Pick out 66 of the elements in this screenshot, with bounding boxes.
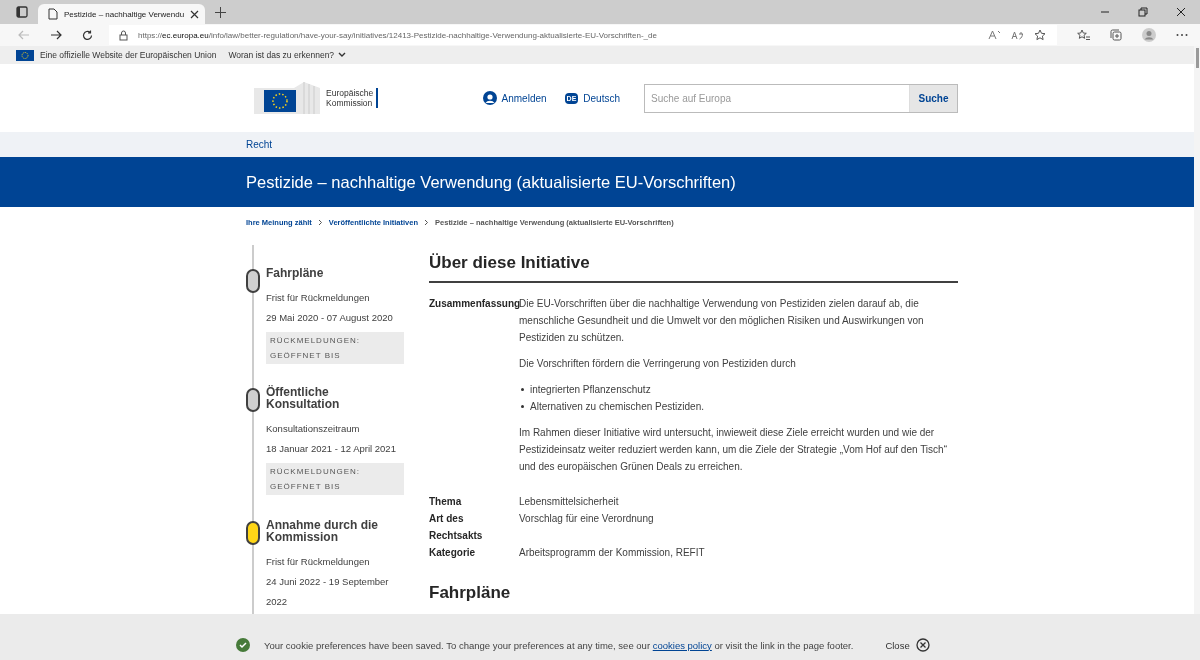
user-icon xyxy=(482,91,497,105)
bullet-icon xyxy=(521,405,524,408)
address-bar[interactable]: https://ec.europa.eu/info/law/better-regulation/have-your-say/initiatives/12413-Pestizide-nachhaltige-Verwendung-aktualisierte-EU-Vorschriften-_de xyxy=(109,25,1057,45)
summary-paragraph: Die EU-Vorschriften über die nachhaltige Verwendung von Pestiziden zielen darauf ab, die menschliche Gesundheit und die Umwelt vor den möglichen Risiken und Auswirkungen von Pestiziden zu schützen. xyxy=(519,297,925,345)
url-text: https://ec.europa.eu/info/law/better-regulation/have-your-say/initiatives/12413-Pestizide-nachhaltige-Verwendung-aktualisierte-EU-Vorschriften-_de xyxy=(138,30,657,40)
page-title: Pestizide – nachhaltige Verwendung (aktualisierte EU-Vorschriften) xyxy=(246,172,737,192)
translate-icon[interactable] xyxy=(1011,30,1024,40)
tab-title: Pestizide – nachhaltige Verwendu xyxy=(64,9,185,19)
field-label: Thema xyxy=(429,495,463,509)
collections-icon[interactable] xyxy=(1110,29,1122,41)
timeline-title: Fahrpläne xyxy=(266,267,325,279)
summary-paragraph: Im Rahmen dieser Initiative wird untersucht, inwieweit diese Ziele erreicht wurden und wie der Pestizideinsatz weiter reduziert werden kann, um die Ziele der Strategie „Vom Hof auf den Tisch“ und des europäischen Grünen Deals zu erreichen. xyxy=(519,426,948,474)
new-tab-icon[interactable] xyxy=(215,6,227,18)
field-value: Arbeitsprogramm der Kommission, REFIT xyxy=(519,546,706,560)
browser-tab[interactable]: Pestizide – nachhaltige Verwendu xyxy=(38,4,206,24)
chevron-right-icon xyxy=(424,218,430,226)
field-label: Kategorie xyxy=(429,546,477,560)
feedback-status-badge: RÜCKMELDUNGEN: GEÖFFNET BIS xyxy=(266,332,404,364)
timeline-dates: 29 Mai 2020 - 07 August 2020 xyxy=(266,311,394,325)
bullet-text: integrierten Pflanzenschutz xyxy=(530,383,651,397)
more-icon[interactable] xyxy=(1176,33,1188,37)
bullet-icon xyxy=(521,388,524,391)
timeline-title: Öffentliche Konsultation xyxy=(266,386,341,410)
section-link[interactable]: Recht xyxy=(246,139,273,150)
restore-icon[interactable] xyxy=(1138,7,1148,17)
field-value: Vorschlag für eine Verordnung xyxy=(519,512,655,526)
timeline-label: Frist für Rückmeldungen xyxy=(266,291,371,305)
close-icon xyxy=(915,638,930,652)
forward-icon[interactable] xyxy=(50,30,62,40)
field-label: Art des Rechtsakts xyxy=(429,512,484,543)
close-button[interactable]: Close xyxy=(885,638,930,652)
section-heading: Über diese Initiative xyxy=(429,253,591,273)
tab-actions-icon[interactable] xyxy=(16,6,28,18)
field-label: Zusammenfassung xyxy=(429,297,519,311)
eu-info-link[interactable]: Woran ist das zu erkennen? xyxy=(228,50,347,60)
eu-notice: Eine offizielle Website der Europäischen Union xyxy=(40,50,217,60)
timeline-dates: 24 Juni 2022 - 19 September 2022 xyxy=(266,575,390,609)
eu-flag-icon xyxy=(16,49,34,61)
check-circle-icon xyxy=(236,638,250,652)
search-field[interactable]: Suche auf Europa Suche xyxy=(644,83,958,113)
favorite-star-icon[interactable] xyxy=(1034,29,1047,41)
section-heading: Fahrpläne xyxy=(429,583,512,603)
timeline-dates: 18 Januar 2021 - 12 April 2021 xyxy=(266,442,397,456)
search-button[interactable]: Suche xyxy=(909,84,957,112)
field-value: Lebensmittelsicherheit xyxy=(519,495,620,509)
chevron-down-icon xyxy=(338,52,347,58)
logo-text: Europäische Kommission xyxy=(326,87,379,109)
page-icon xyxy=(48,8,58,20)
cookies-policy-link[interactable]: cookies policy xyxy=(652,639,712,651)
chevron-right-icon xyxy=(317,218,323,226)
scrollbar-thumb[interactable] xyxy=(1195,48,1199,68)
feedback-status-badge: RÜCKMELDUNGEN: GEÖFFNET BIS xyxy=(266,463,404,495)
close-icon[interactable] xyxy=(190,9,200,19)
timeline-label: Frist für Rückmeldungen xyxy=(266,555,371,569)
close-window-icon[interactable] xyxy=(1176,7,1186,17)
lock-icon xyxy=(119,29,128,41)
cookie-message: Your cookie preferences have been saved. To change your preferences at any time, see our cookies policy or visit the link in the page footer. xyxy=(264,639,854,651)
read-aloud-icon[interactable] xyxy=(988,30,1001,40)
timeline-title: Annahme durch die Kommission xyxy=(266,519,379,543)
login-link[interactable]: Anmelden xyxy=(482,91,547,105)
favorites-icon[interactable] xyxy=(1077,29,1090,41)
summary-paragraph: Die Vorschriften fördern die Verringerung von Pestiziden durch xyxy=(519,357,797,371)
bullet-text: Alternativen zu chemischen Pestiziden. xyxy=(530,400,704,414)
reload-icon[interactable] xyxy=(82,29,93,41)
profile-icon[interactable] xyxy=(1142,28,1156,42)
timeline-label: Konsultationszeitraum xyxy=(266,422,361,436)
